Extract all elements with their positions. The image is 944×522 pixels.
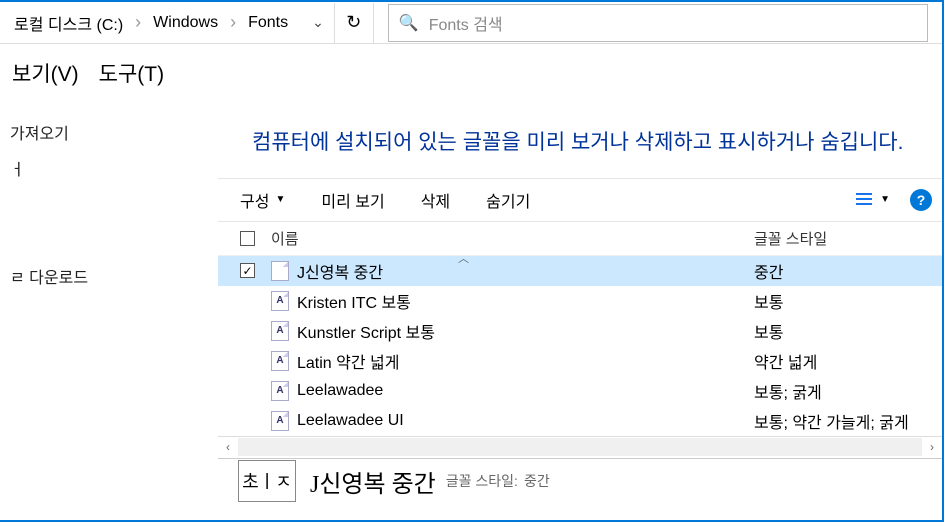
menu-tools[interactable]: 도구(T) xyxy=(99,58,164,88)
table-row[interactable]: ✓ J신영복 중간중간 xyxy=(218,256,942,286)
font-file-icon: A xyxy=(271,381,289,401)
toolbar-hide[interactable]: 숨기기 xyxy=(468,188,548,212)
font-name: J신영복 중간 xyxy=(297,259,754,283)
font-name: Kunstler Script 보통 xyxy=(297,319,754,343)
font-style: 보통; 굵게 xyxy=(754,379,942,403)
preview-style-value: 중간 xyxy=(524,471,550,491)
table-row[interactable]: A Kristen ITC 보통보통 xyxy=(218,286,942,316)
table-row[interactable]: A Leelawadee보통; 굵게 xyxy=(218,376,942,406)
preview-pane: 초ㅣㅈ J신영복 중간 글꼴 스타일: 중간 xyxy=(218,458,942,504)
select-all-checkbox[interactable] xyxy=(240,231,255,246)
chevron-down-icon: ▼ xyxy=(275,194,285,205)
chevron-up-icon: ︿ xyxy=(458,250,469,266)
menu-view[interactable]: 보기(V) xyxy=(12,58,79,88)
chevron-right-icon: › xyxy=(129,12,147,33)
preview-font-name: J신영복 중간 xyxy=(310,464,436,499)
scroll-left-button[interactable]: ‹ xyxy=(218,440,238,454)
list-icon xyxy=(856,193,872,207)
page-heading: 컴퓨터에 설치되어 있는 글꼴을 미리 보거나 삭제하고 표시하거나 숨깁니다. xyxy=(218,100,942,178)
font-style: 약간 넓게 xyxy=(754,349,942,373)
font-file-icon: A xyxy=(271,351,289,371)
chevron-right-icon: › xyxy=(224,12,242,33)
row-checkbox[interactable]: ✓ xyxy=(240,263,255,278)
font-file-icon: A xyxy=(271,291,289,311)
sidebar-link-x[interactable]: ㅓ xyxy=(10,150,208,186)
font-file-icon: A xyxy=(271,321,289,341)
toolbar-organize[interactable]: 구성 ▼ xyxy=(236,188,303,212)
table-header: 이름 글꼴 스타일 ︿ xyxy=(218,222,942,256)
column-name[interactable]: 이름 xyxy=(271,228,754,249)
scroll-track[interactable] xyxy=(238,438,922,456)
preview-thumbnail: 초ㅣㅈ xyxy=(238,460,296,502)
font-name: Kristen ITC 보통 xyxy=(297,289,754,313)
font-style: 중간 xyxy=(754,259,942,283)
toolbar-delete[interactable]: 삭제 xyxy=(403,188,468,212)
search-placeholder: Fonts 검색 xyxy=(429,11,503,35)
search-icon: 🔍 xyxy=(399,13,419,33)
preview-style-label: 글꼴 스타일: xyxy=(446,471,518,491)
search-input[interactable]: 🔍 Fonts 검색 xyxy=(388,4,928,42)
toolbar-preview[interactable]: 미리 보기 xyxy=(303,188,402,212)
view-options-button[interactable]: ▼ xyxy=(856,193,900,207)
breadcrumb-part[interactable]: Fonts xyxy=(242,14,294,32)
table-row[interactable]: A Kunstler Script 보통보통 xyxy=(218,316,942,346)
font-file-icon: A xyxy=(271,411,289,431)
font-file-icon xyxy=(271,261,289,281)
refresh-button[interactable]: ↻ xyxy=(334,3,374,43)
sidebar-link-download[interactable]: ㄹ 다운로드 xyxy=(10,258,208,294)
help-button[interactable]: ? xyxy=(910,189,932,211)
table-row[interactable]: A Latin 약간 넓게약간 넓게 xyxy=(218,346,942,376)
toolbar: 구성 ▼ 미리 보기 삭제 숨기기 ▼ ? xyxy=(218,178,942,222)
chevron-down-icon: ▼ xyxy=(880,194,890,205)
sidebar: 가져오기 ㅓ ㄹ 다운로드 xyxy=(0,100,218,518)
table-row[interactable]: A Leelawadee UI보통; 약간 가늘게; 굵게 xyxy=(218,406,942,436)
breadcrumb-part[interactable]: Windows xyxy=(147,14,224,32)
column-style[interactable]: 글꼴 스타일 xyxy=(754,228,942,249)
breadcrumb-dropdown[interactable]: ⌄ xyxy=(302,14,334,31)
font-style: 보통 xyxy=(754,289,942,313)
scroll-right-button[interactable]: › xyxy=(922,440,942,454)
font-name: Latin 약간 넓게 xyxy=(297,349,754,373)
font-style: 보통 xyxy=(754,319,942,343)
font-name: Leelawadee UI xyxy=(297,412,754,430)
sidebar-link-import[interactable]: 가져오기 xyxy=(10,114,208,150)
font-style: 보통; 약간 가늘게; 굵게 xyxy=(754,409,942,433)
horizontal-scrollbar[interactable]: ‹ › xyxy=(218,436,942,458)
breadcrumb-part[interactable]: 로컬 디스크 (C:) xyxy=(8,11,129,35)
breadcrumb[interactable]: 로컬 디스크 (C:) › Windows › Fonts xyxy=(0,11,302,35)
font-name: Leelawadee xyxy=(297,382,754,400)
